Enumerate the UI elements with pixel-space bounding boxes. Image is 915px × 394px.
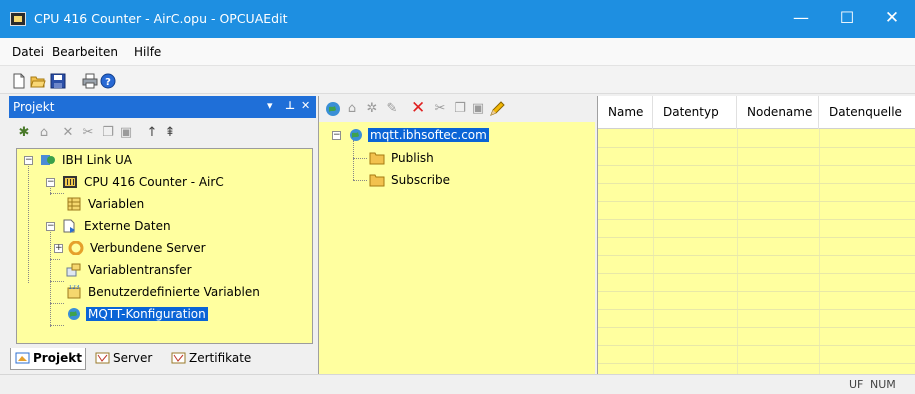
cut-icon[interactable]: ✂ <box>433 102 447 116</box>
certificates-tab-icon <box>171 352 186 364</box>
edit-icon[interactable]: ✎ <box>385 102 399 116</box>
variables-icon <box>67 197 81 211</box>
column-header-nodename[interactable]: Nodename <box>737 96 819 129</box>
column-header-name[interactable]: Name <box>598 96 653 129</box>
help-icon[interactable]: ? <box>100 73 116 89</box>
delete-icon[interactable]: ✕ <box>411 100 425 117</box>
transfer-icon <box>66 263 81 277</box>
mqtt-pane: ⌂ ✲ ✎ ✕ ✂ ❐ ▣ − mqtt.ibhsoftec.com Publi… <box>318 96 596 374</box>
svg-text:?: ? <box>105 77 111 88</box>
menu-hilfe[interactable]: Hilfe <box>134 45 161 59</box>
tab-server[interactable]: Server <box>91 348 163 370</box>
copy-icon[interactable]: ❐ <box>101 126 115 140</box>
custom-variables-icon: 123 <box>67 285 81 299</box>
project-tree-toolbar: ✱ ⌂ ✕ ✂ ❐ ▣ ↑ ⇞ <box>9 118 316 146</box>
status-num: NUM <box>870 378 896 391</box>
collapse-toggle[interactable]: − <box>46 222 55 231</box>
svg-text:123: 123 <box>68 285 80 291</box>
globe-icon <box>350 129 362 141</box>
copy-icon[interactable]: ❐ <box>453 102 467 116</box>
tree-node-cpu[interactable]: − CPU 416 Counter - AirC <box>46 173 226 191</box>
expand-toggle[interactable]: + <box>54 244 63 253</box>
folder-icon <box>369 174 385 187</box>
mqtt-toolbar: ⌂ ✲ ✎ ✕ ✂ ❐ ▣ <box>319 96 596 122</box>
tree-node-mqtt-broker[interactable]: − mqtt.ibhsoftec.com <box>332 126 489 144</box>
cpu-icon <box>63 176 77 188</box>
network-icon[interactable]: ✲ <box>365 102 379 116</box>
column-header-datentyp[interactable]: Datentyp <box>653 96 737 129</box>
status-bar: UF NUM <box>0 374 915 394</box>
collapse-toggle[interactable]: − <box>332 131 341 140</box>
table-header: Name Datentyp Nodename Datenquelle <box>598 96 915 129</box>
tree-node-subscribe[interactable]: Subscribe <box>369 171 452 189</box>
open-icon[interactable] <box>30 73 46 89</box>
pane-pin-button[interactable]: ⊥ <box>285 99 295 112</box>
menu-bar: Datei Bearbeiten Hilfe <box>0 38 915 66</box>
collapse-toggle[interactable]: − <box>46 178 55 187</box>
tree-node-mqtt-konfiguration[interactable]: MQTT-Konfiguration <box>66 305 208 323</box>
tree-node-benutzerdefinierte-variablen[interactable]: 123 Benutzerdefinierte Variablen <box>66 283 262 301</box>
app-icon[interactable] <box>10 12 26 26</box>
project-pane-header: Projekt ▾ ⊥ ✕ <box>9 96 316 118</box>
new-icon[interactable] <box>11 73 27 89</box>
pencil-icon[interactable] <box>489 101 505 117</box>
tree-node-variablentransfer[interactable]: Variablentransfer <box>66 261 194 279</box>
project-tab-icon <box>15 352 30 364</box>
mqtt-tree: − mqtt.ibhsoftec.com Publish Subscribe <box>319 122 596 374</box>
home-icon[interactable]: ⌂ <box>345 102 359 116</box>
title-bar: CPU 416 Counter - AirC.opu - OPCUAEdit —… <box>0 0 915 38</box>
tree-node-externe-daten[interactable]: − Externe Daten <box>46 217 173 235</box>
menu-datei[interactable]: Datei <box>12 45 44 59</box>
save-icon[interactable] <box>50 73 66 89</box>
mqtt-icon <box>68 308 80 320</box>
minimize-button[interactable]: — <box>778 0 824 38</box>
pane-menu-button[interactable]: ▾ <box>267 99 273 112</box>
tree-node-publish[interactable]: Publish <box>369 149 436 167</box>
project-pane-tabs: Projekt Server Zertifikate <box>9 346 316 372</box>
cut-icon[interactable]: ✂ <box>81 126 95 140</box>
paste-icon[interactable]: ▣ <box>119 126 133 140</box>
collapse-toggle[interactable]: − <box>24 156 33 165</box>
connected-server-icon <box>68 241 84 255</box>
paste-icon[interactable]: ▣ <box>471 102 485 116</box>
new-item-icon[interactable]: ✱ <box>17 126 31 140</box>
tab-projekt[interactable]: Projekt <box>10 348 86 370</box>
column-header-datenquelle[interactable]: Datenquelle <box>819 96 915 129</box>
pane-close-button[interactable]: ✕ <box>301 99 310 112</box>
delete-icon[interactable]: ✕ <box>61 126 75 140</box>
print-icon[interactable] <box>82 73 98 89</box>
ibh-link-icon <box>41 155 55 165</box>
project-pane: Projekt ▾ ⊥ ✕ ✱ ⌂ ✕ ✂ ❐ ▣ ↑ ⇞ − IBH Link… <box>9 96 316 374</box>
maximize-button[interactable]: ☐ <box>824 0 870 38</box>
tree-node-ibh-link-ua[interactable]: − IBH Link UA <box>24 151 134 169</box>
variables-table: Name Datentyp Nodename Datenquelle <box>597 96 915 374</box>
status-uf: UF <box>849 378 864 391</box>
external-data-icon <box>63 219 75 233</box>
globe-icon[interactable] <box>325 101 341 117</box>
folder-icon <box>369 152 385 165</box>
menu-bearbeiten[interactable]: Bearbeiten <box>52 45 118 59</box>
tree-node-verbundene-server[interactable]: + Verbundene Server <box>54 239 208 257</box>
window-title: CPU 416 Counter - AirC.opu - OPCUAEdit <box>34 11 288 26</box>
up-arrow-icon[interactable]: ↑ <box>145 126 159 140</box>
project-tree: − IBH Link UA − CPU 416 Counter - AirC V… <box>16 148 313 344</box>
close-button[interactable]: ✕ <box>869 0 915 38</box>
tree-node-variablen[interactable]: Variablen <box>66 195 146 213</box>
root-icon[interactable]: ⇞ <box>163 126 177 140</box>
add-folder-icon[interactable]: ⌂ <box>37 126 51 140</box>
server-tab-icon <box>95 352 110 364</box>
project-pane-title: Projekt <box>13 100 55 114</box>
main-toolbar: ? <box>0 66 915 94</box>
tab-zertifikate[interactable]: Zertifikate <box>167 348 257 370</box>
